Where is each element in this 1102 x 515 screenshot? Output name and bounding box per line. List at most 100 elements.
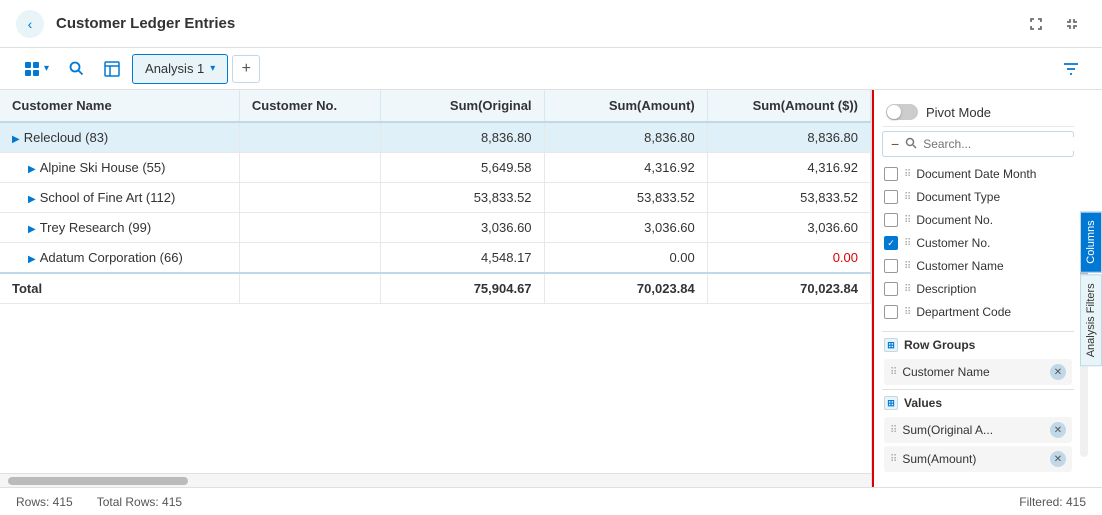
expand-row-icon[interactable]: ▶	[28, 254, 36, 265]
cell-sum-amount: 53,833.52	[544, 183, 707, 213]
remove-value-tag-button[interactable]: ✕	[1050, 422, 1066, 438]
values-label: Values	[904, 396, 942, 410]
column-item-label: Department Code	[916, 305, 1011, 319]
expand-row-icon[interactable]: ▶	[28, 164, 36, 175]
column-item[interactable]: ⠿ Description	[882, 278, 1074, 300]
add-analysis-button[interactable]: +	[232, 55, 260, 83]
search-input[interactable]	[923, 137, 1078, 151]
search-button[interactable]	[61, 54, 92, 84]
table-row[interactable]: ▶Adatum Corporation (66) 4,548.17 0.00 0…	[0, 243, 871, 274]
analysis-tab[interactable]: Analysis 1 ▾	[132, 54, 228, 84]
column-item-label: Document Type	[916, 190, 1000, 204]
cell-sum-amount-usd: 8,836.80	[707, 122, 870, 153]
tag-customer-name: Customer Name	[902, 365, 1044, 379]
pivot-mode-toggle[interactable]	[886, 104, 918, 120]
column-item[interactable]: ⠿ Document Date Month	[882, 163, 1074, 185]
drag-handle-icon: ⠿	[904, 169, 910, 180]
chevron-down-icon: ▾	[44, 63, 49, 74]
main-content: Customer Name Customer No. Sum(Original …	[0, 90, 1102, 487]
column-checkbox[interactable]	[884, 213, 898, 227]
value-tag-drag-icon: ⠿	[890, 454, 896, 465]
table-button[interactable]	[96, 54, 128, 84]
row-groups-label: Row Groups	[904, 338, 975, 352]
column-checkbox[interactable]	[884, 167, 898, 181]
table-row[interactable]: ▶Relecloud (83) 8,836.80 8,836.80 8,836.…	[0, 122, 871, 153]
total-row: Total 75,904.67 70,023.84 70,023.84	[0, 273, 871, 304]
total-customer-no	[239, 273, 380, 304]
view-button[interactable]: ▾	[16, 54, 57, 84]
scroll-thumb[interactable]	[8, 477, 188, 485]
tab-analysis-filters[interactable]: Analysis Filters	[1080, 274, 1102, 366]
expand-row-icon[interactable]: ▶	[28, 194, 36, 205]
column-item-label: Document No.	[916, 213, 993, 227]
cell-sum-amount-usd: 3,036.60	[707, 213, 870, 243]
cell-customer-no	[239, 213, 380, 243]
cell-customer-no	[239, 243, 380, 274]
remove-customer-name-button[interactable]: ✕	[1050, 364, 1066, 380]
expand-row-icon[interactable]: ▶	[28, 224, 36, 235]
table-row[interactable]: ▶Trey Research (99) 3,036.60 3,036.60 3,…	[0, 213, 871, 243]
col-header-sum-original[interactable]: Sum(Original	[381, 90, 544, 122]
column-item-label: Customer No.	[916, 236, 990, 250]
value-tag[interactable]: ⠿ Sum(Amount) ✕	[884, 446, 1072, 472]
drag-handle-icon: ⠿	[904, 307, 910, 318]
table-row[interactable]: ▶Alpine Ski House (55) 5,649.58 4,316.92…	[0, 153, 871, 183]
cell-sum-amount: 0.00	[544, 243, 707, 274]
collapse-window-button[interactable]	[1058, 10, 1086, 38]
search-icon	[905, 137, 917, 152]
column-item[interactable]: ⠿ Department Code	[882, 301, 1074, 323]
horizontal-scrollbar[interactable]	[0, 473, 871, 487]
back-button[interactable]: ‹	[16, 10, 44, 38]
drag-handle-icon: ⠿	[904, 192, 910, 203]
page-title: Customer Ledger Entries	[56, 15, 1022, 32]
column-item[interactable]: ✓ ⠿ Customer No.	[882, 232, 1074, 254]
app-container: ‹ Customer Ledger Entries ▾ Analysis 1 ▾…	[0, 0, 1102, 515]
side-tabs: Columns Analysis Filters	[1080, 211, 1102, 366]
column-item[interactable]: ⠿ Customer Name	[882, 255, 1074, 277]
values-icon: ⊞	[884, 396, 898, 410]
filtered-status: Filtered: 415	[1019, 495, 1086, 509]
cell-customer-name: ▶Adatum Corporation (66)	[0, 243, 239, 274]
customer-name-tag[interactable]: ⠿ Customer Name ✕	[884, 359, 1072, 385]
col-header-sum-amount[interactable]: Sum(Amount)	[544, 90, 707, 122]
value-tag[interactable]: ⠿ Sum(Original A... ✕	[884, 417, 1072, 443]
right-panel: Pivot Mode − ⠿ Document Date Month ⠿ Doc…	[872, 90, 1102, 487]
toolbar: ▾ Analysis 1 ▾ +	[0, 48, 1102, 90]
remove-value-tag-button[interactable]: ✕	[1050, 451, 1066, 467]
pivot-mode-label: Pivot Mode	[926, 105, 991, 120]
row-groups-header: ⊞ Row Groups	[882, 331, 1074, 356]
cell-customer-no	[239, 183, 380, 213]
col-header-customer-name[interactable]: Customer Name	[0, 90, 239, 122]
column-checkbox[interactable]: ✓	[884, 236, 898, 250]
expand-window-button[interactable]	[1022, 10, 1050, 38]
tab-chevron-icon: ▾	[210, 63, 215, 74]
column-checkbox[interactable]	[884, 190, 898, 204]
header-actions	[1022, 10, 1086, 38]
column-item[interactable]: ⠿ Document Type	[882, 186, 1074, 208]
cell-sum-amount: 4,316.92	[544, 153, 707, 183]
toggle-knob	[887, 105, 901, 119]
col-header-customer-no[interactable]: Customer No.	[239, 90, 380, 122]
expand-row-icon[interactable]: ▶	[12, 134, 20, 145]
data-table: Customer Name Customer No. Sum(Original …	[0, 90, 871, 304]
total-sum-amount-usd: 70,023.84	[707, 273, 870, 304]
column-checkbox[interactable]	[884, 282, 898, 296]
filter-button[interactable]	[1056, 54, 1086, 84]
total-rows-status: Total Rows: 415	[97, 495, 182, 509]
tab-columns[interactable]: Columns	[1080, 211, 1102, 272]
total-label: Total	[0, 273, 239, 304]
cell-sum-original: 53,833.52	[381, 183, 544, 213]
header: ‹ Customer Ledger Entries	[0, 0, 1102, 48]
table-header-row: Customer Name Customer No. Sum(Original …	[0, 90, 871, 122]
column-checkbox[interactable]	[884, 259, 898, 273]
cell-sum-original: 3,036.60	[381, 213, 544, 243]
column-item[interactable]: ⠿ Document No.	[882, 209, 1074, 231]
column-checkbox[interactable]	[884, 305, 898, 319]
table-row[interactable]: ▶School of Fine Art (112) 53,833.52 53,8…	[0, 183, 871, 213]
search-minus-icon[interactable]: −	[891, 136, 899, 152]
table-wrapper[interactable]: Customer Name Customer No. Sum(Original …	[0, 90, 871, 473]
col-header-sum-amount-usd[interactable]: Sum(Amount ($))	[707, 90, 870, 122]
pivot-mode-row: Pivot Mode	[882, 98, 1074, 127]
tag-drag-icon: ⠿	[890, 367, 896, 378]
cell-customer-name: ▶Trey Research (99)	[0, 213, 239, 243]
